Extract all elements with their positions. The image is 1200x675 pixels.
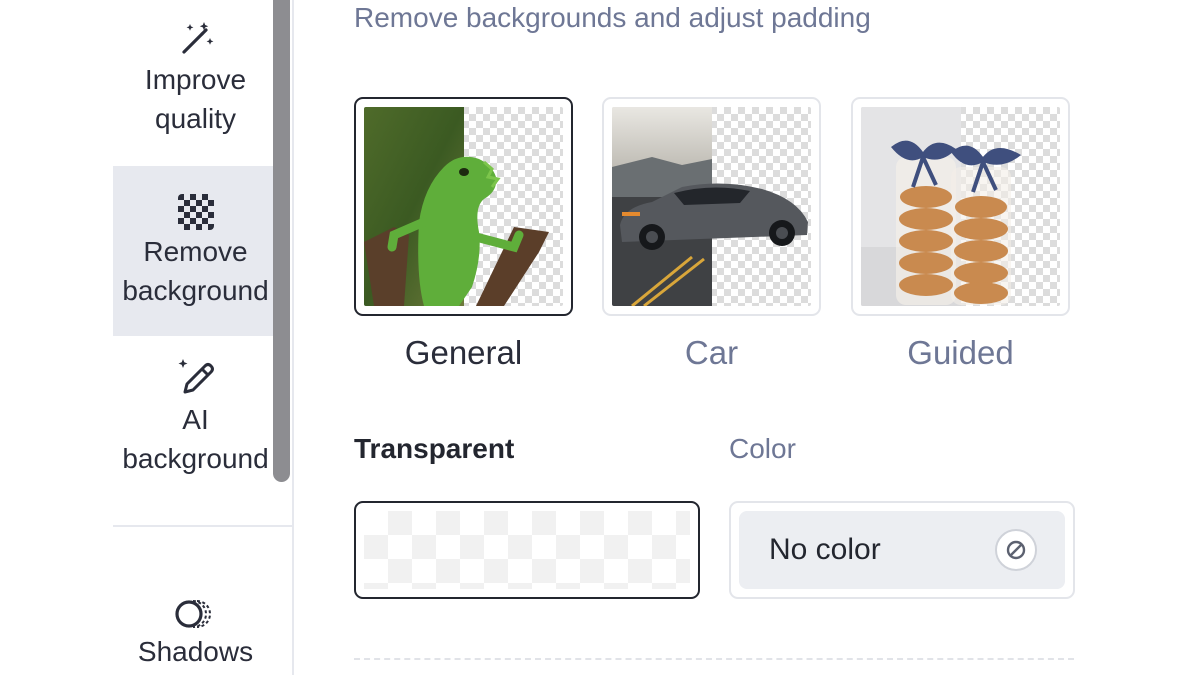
mode-label-car[interactable]: Car	[602, 334, 821, 372]
sidebar-item-label: Improve	[144, 64, 247, 95]
shadows-icon	[174, 590, 217, 630]
magic-wand-icon	[176, 18, 216, 58]
color-background-option[interactable]: No color	[729, 501, 1075, 599]
sidebar-item-label: Shadows	[137, 636, 254, 667]
sidebar-item-label: background	[122, 275, 269, 306]
sidebar-item-improve-quality[interactable]: Improve quality	[113, 18, 278, 166]
color-picker-button[interactable]: No color	[739, 511, 1065, 589]
car-preview-image	[612, 107, 811, 306]
mode-card-general[interactable]	[354, 97, 573, 316]
sidebar-item-label: Remove	[143, 236, 248, 267]
section-divider	[354, 658, 1074, 660]
sidebar-item-label: background	[122, 443, 269, 474]
transparent-checker-preview	[364, 511, 690, 589]
transparent-background-option[interactable]	[354, 501, 700, 599]
checkerboard-icon	[177, 190, 214, 230]
tab-transparent[interactable]: Transparent	[354, 433, 514, 465]
sidebar: Improve quality Remove background AI bac…	[0, 0, 294, 675]
sidebar-item-label: AI	[182, 404, 209, 435]
tab-color[interactable]: Color	[729, 433, 796, 465]
color-value: No color	[769, 533, 881, 566]
sidebar-item-label: quality	[155, 103, 236, 134]
sidebar-item-ai-background[interactable]: AI background	[113, 358, 278, 498]
mode-card-car[interactable]	[602, 97, 821, 316]
ai-pencil-icon	[175, 358, 217, 398]
mode-card-guided[interactable]	[851, 97, 1070, 316]
mode-label-guided[interactable]: Guided	[851, 334, 1070, 372]
guided-preview-image	[861, 107, 1060, 306]
sidebar-item-remove-background[interactable]: Remove background	[113, 166, 278, 336]
sidebar-item-shadows[interactable]: Shadows	[113, 590, 278, 675]
mode-label-general[interactable]: General	[354, 334, 573, 372]
general-preview-image	[364, 107, 563, 306]
section-subtitle: Remove backgrounds and adjust padding	[354, 2, 871, 33]
no-color-icon	[995, 529, 1037, 571]
sidebar-divider	[113, 525, 294, 527]
sidebar-scrollbar[interactable]	[273, 0, 290, 482]
